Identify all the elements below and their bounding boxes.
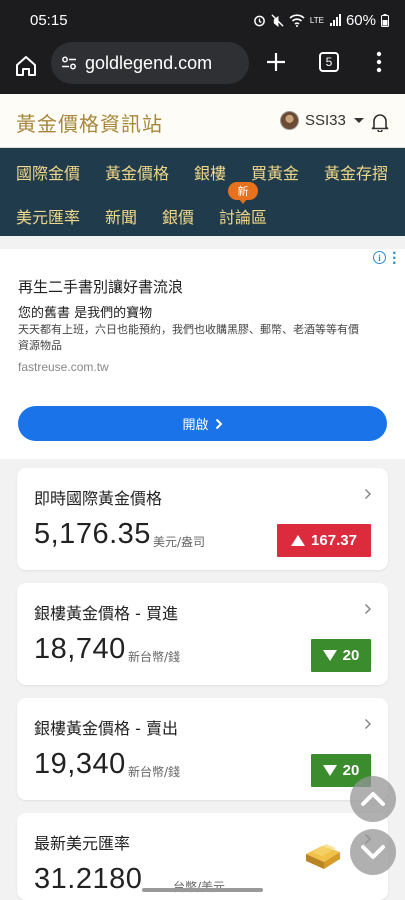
chevron-right-icon xyxy=(364,488,372,500)
gold-bar-icon xyxy=(306,844,340,869)
change-value: 167.37 xyxy=(311,532,357,549)
bell-icon[interactable] xyxy=(371,112,389,132)
gesture-handle[interactable] xyxy=(142,888,263,892)
chevron-right-icon xyxy=(364,603,372,615)
address-bar[interactable]: goldlegend.com xyxy=(51,42,249,84)
jewelry-buy-price-card[interactable]: 銀樓黃金價格 - 買進 18,740 新台幣/錢 20 xyxy=(17,583,388,685)
nav-item-gold-passbook[interactable]: 黃金存摺 xyxy=(324,160,388,184)
ad-info-icon[interactable]: i xyxy=(373,251,386,264)
ad-banner[interactable]: i · · · 再生二手書別讓好書流浪 您的舊書 是我們的寶物 天天都有上班，六日也… xyxy=(0,247,405,459)
change-value: 20 xyxy=(342,647,360,664)
nav-item-buy-gold[interactable]: 買黃金 xyxy=(251,160,299,184)
card-title: 即時國際黃金價格 xyxy=(34,489,163,508)
url-text: goldlegend.com xyxy=(85,52,213,73)
arrow-up-icon xyxy=(291,535,306,546)
browser-toolbar: goldlegend.com 5 xyxy=(0,42,405,94)
avatar xyxy=(280,111,299,130)
nav-item-usd-rate[interactable]: 美元匯率 xyxy=(16,204,80,228)
nav-item-forum[interactable]: 討論區 xyxy=(219,204,267,228)
ad-open-label: 開啟 xyxy=(182,418,209,433)
alarm-icon xyxy=(254,15,265,27)
mute-icon xyxy=(271,14,284,27)
ad-options-icon[interactable]: · · · xyxy=(392,247,397,269)
signal-icon xyxy=(329,14,341,26)
scroll-top-button[interactable] xyxy=(350,776,396,822)
card-title: 銀樓黃金價格 - 賣出 xyxy=(34,719,178,738)
status-icons: LTE 60% xyxy=(253,12,389,29)
ad-subtitle: 您的舊書 是我們的寶物 xyxy=(18,306,153,321)
nav-item-news[interactable]: 新聞 xyxy=(105,204,137,228)
plus-icon[interactable] xyxy=(265,51,287,73)
username: SSI33 xyxy=(305,112,346,129)
ad-title[interactable]: 再生二手書別讓好書流浪 xyxy=(18,276,183,297)
card-unit: 新台幣/錢 xyxy=(128,650,181,664)
card-value: 5,176.35 xyxy=(34,518,151,550)
tabs-button[interactable]: 5 xyxy=(319,52,339,72)
ad-open-button[interactable]: 開啟 xyxy=(18,406,387,441)
change-value: 20 xyxy=(342,762,360,779)
nav-item-intl-gold[interactable]: 國際金價 xyxy=(16,160,80,184)
site-logo[interactable]: 黃金價格資訊站 xyxy=(16,108,163,137)
card-unit: 新台幣/錢 xyxy=(128,765,181,779)
home-icon[interactable] xyxy=(14,54,38,78)
card-title: 最新美元匯率 xyxy=(34,834,131,853)
chevron-down-icon xyxy=(361,845,385,859)
network-label: LTE xyxy=(309,15,324,25)
nav-item-jewelry-store[interactable]: 銀樓 xyxy=(194,160,226,184)
card-unit: 台幣/美元 xyxy=(173,880,226,894)
tab-count: 5 xyxy=(325,55,333,69)
change-badge: 20 xyxy=(311,639,371,672)
new-badge: 新 xyxy=(228,182,258,204)
site-settings-icon[interactable] xyxy=(61,56,77,70)
card-value: 31.2180 xyxy=(34,863,143,895)
chevron-up-icon xyxy=(361,792,385,806)
card-title: 銀樓黃金價格 - 買進 xyxy=(34,604,178,623)
intl-gold-price-card[interactable]: 即時國際黃金價格 5,176.35 美元/盎司 167.37 xyxy=(17,468,388,570)
user-menu[interactable]: SSI33 xyxy=(280,111,364,130)
chevron-right-icon xyxy=(364,718,372,730)
arrow-down-icon xyxy=(322,650,337,661)
card-unit: 美元/盎司 xyxy=(153,535,206,549)
battery-icon xyxy=(381,14,389,27)
status-time: 05:15 xyxy=(30,12,68,29)
card-value: 19,340 xyxy=(34,748,126,780)
status-bar: 05:15 LTE 60% xyxy=(0,0,405,42)
more-vert-icon[interactable] xyxy=(370,51,388,73)
nav-item-silver-price[interactable]: 銀價 xyxy=(162,204,194,228)
nav-item-gold-price[interactable]: 黃金價格 xyxy=(105,160,169,184)
jewelry-sell-price-card[interactable]: 銀樓黃金價格 - 賣出 19,340 新台幣/錢 20 xyxy=(17,698,388,800)
battery-percent: 60% xyxy=(345,12,376,29)
ad-description: 天天都有上班，六日也能預約，我們也收購黑膠、郵幣、老酒等等有價資源物品 xyxy=(18,323,359,352)
ad-url: fastreuse.com.tw xyxy=(18,360,109,374)
site-header: 黃金價格資訊站 SSI33 xyxy=(0,94,405,148)
arrow-down-icon xyxy=(322,765,337,776)
card-value: 18,740 xyxy=(34,633,126,665)
main-nav: 國際金價 黃金價格 銀樓 買黃金 黃金存摺 美元匯率 新聞 銀價 討論區 xyxy=(0,148,405,236)
wifi-icon xyxy=(289,14,305,27)
change-badge: 167.37 xyxy=(277,524,371,557)
caret-down-icon xyxy=(353,118,364,123)
scroll-bottom-button[interactable] xyxy=(350,829,396,875)
chevron-right-icon xyxy=(215,418,222,429)
